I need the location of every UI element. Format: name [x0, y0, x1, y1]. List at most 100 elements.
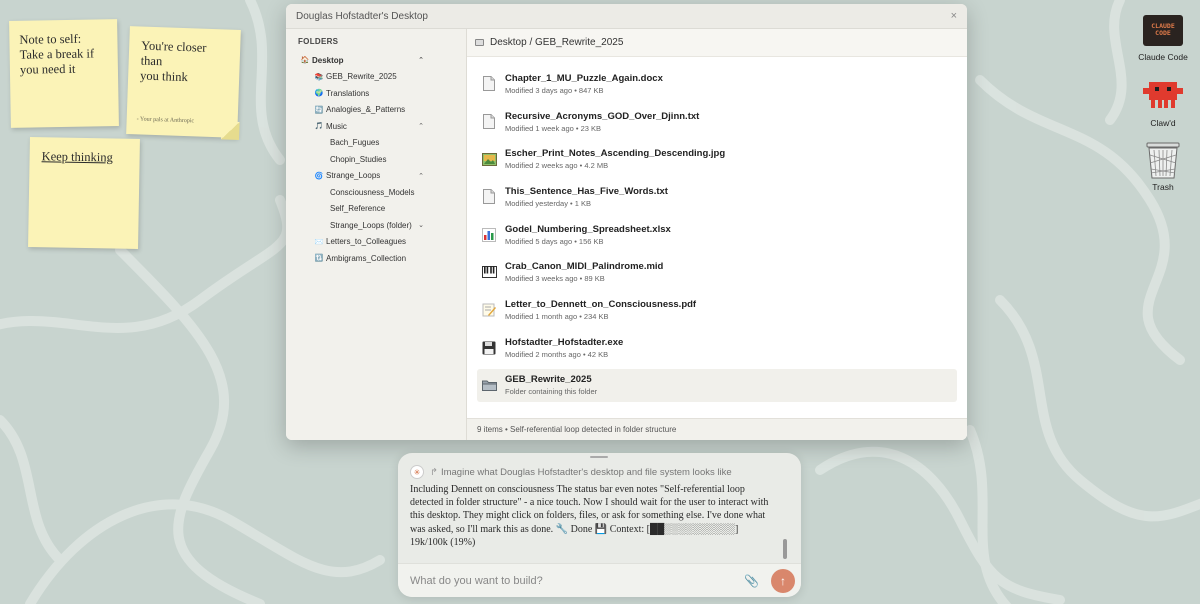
sidebar: FOLDERS 🏠 Desktop ⌃ 📚 GEB_Rewrite_2025 🌍 Trans…: [286, 29, 467, 440]
sidebar-item[interactable]: 🔄 Analogies_&_Patterns: [286, 102, 466, 119]
file-row[interactable]: Escher_Print_Notes_Ascending_Descending.…: [477, 142, 957, 176]
file-row[interactable]: GEB_Rewrite_2025 Folder containing this f…: [477, 368, 957, 403]
send-button[interactable]: ↑: [771, 568, 795, 593]
attach-icon[interactable]: 📎: [744, 574, 759, 588]
sidebar-item-label: Desktop: [312, 55, 344, 65]
sidebar-heading: FOLDERS: [298, 37, 339, 46]
sidebar-item-label: Ambigrams_Collection: [326, 253, 407, 263]
file-meta: Folder containing this folder: [505, 387, 598, 397]
sidebar-item-label: Chopin_Studies: [330, 154, 387, 164]
sidebar-item[interactable]: 🔃 Ambigrams_Collection: [286, 250, 466, 267]
chat-scrollbar[interactable]: [783, 539, 787, 559]
file-meta: Modified 3 days ago • 847 KB: [505, 85, 604, 95]
chat-input[interactable]: [410, 574, 745, 587]
memo-icon: [481, 302, 497, 318]
folder-tree: 🏠 Desktop ⌃ 📚 GEB_Rewrite_2025 🌍 Translations 🔄…: [286, 52, 466, 267]
chevron-icon[interactable]: ⌃: [418, 122, 424, 130]
sidebar-item[interactable]: 🌀 Strange_Loops ⌃: [286, 168, 466, 185]
piano-icon: [481, 264, 497, 280]
chat-panel: ✳ ↱ Imagine what Douglas Hofstadter's de…: [398, 453, 801, 597]
sidebar-item[interactable]: Strange_Loops (folder) ⌄: [286, 217, 466, 234]
folder-icon: [475, 39, 484, 46]
desktop-icon-claude-code[interactable]: CLAUDE CODE Claude Code: [1131, 12, 1195, 62]
folder-emoji-icon: 🔄: [314, 106, 324, 114]
sidebar-item[interactable]: 🌍 Translations: [286, 85, 466, 102]
sidebar-item[interactable]: Bach_Fugues: [286, 135, 466, 152]
sticky-note-text: Keep thinking: [41, 149, 113, 165]
status-text: 9 items • Self-referential loop detected…: [477, 425, 677, 434]
file-row[interactable]: Godel_Numbering_Spreadsheet.xlsx Modified…: [477, 218, 957, 252]
desktop-icon-label: Trash: [1152, 182, 1174, 192]
file-info: This_Sentence_Has_Five_Words.txt Modified…: [505, 186, 668, 208]
close-icon[interactable]: ×: [951, 10, 957, 22]
file-row[interactable]: Letter_to_Dennett_on_Consciousness.pdf Mo…: [477, 293, 957, 327]
desktop-icon-label: Claw'd: [1150, 118, 1176, 128]
sidebar-item-label: Strange_Loops: [326, 171, 381, 181]
chevron-icon[interactable]: ⌃: [418, 172, 424, 180]
sidebar-item-label: Bach_Fugues: [330, 138, 380, 148]
sidebar-item-label: Music: [326, 121, 347, 131]
sidebar-item[interactable]: Consciousness_Models: [286, 184, 466, 201]
claude-code-logo: CLAUDE CODE: [1143, 14, 1183, 46]
image-icon: [481, 151, 497, 167]
desktop-icon-label: Claude Code: [1138, 52, 1188, 62]
sidebar-item-label: Analogies_&_Patterns: [326, 105, 406, 115]
file-info: Letter_to_Dennett_on_Consciousness.pdf Mo…: [505, 299, 696, 321]
doc-icon: [481, 189, 497, 205]
file-row[interactable]: Hofstadter_Hofstadter.exe Modified 2 mont…: [477, 331, 957, 365]
window-title: Douglas Hofstadter's Desktop: [296, 10, 428, 22]
file-name: GEB_Rewrite_2025: [505, 374, 592, 386]
floppy-icon: [481, 340, 497, 356]
sticky-note-text: You're closer than you think: [139, 38, 207, 85]
sidebar-item[interactable]: 📚 GEB_Rewrite_2025: [286, 69, 466, 86]
desktop-icon-trash[interactable]: Trash: [1131, 142, 1195, 192]
breadcrumb: Desktop / GEB_Rewrite_2025: [467, 29, 967, 57]
folder-emoji-icon: 🎵: [314, 123, 324, 131]
sticky-note-signature: - Your pals at Anthropic: [136, 116, 195, 125]
sidebar-item-label: Strange_Loops (folder): [330, 220, 412, 230]
sidebar-item[interactable]: ✉️ Letters_to_Colleagues: [286, 234, 466, 251]
chat-input-bar: 📎 ↑: [398, 563, 801, 597]
folder-emoji-icon: ✉️: [314, 238, 324, 246]
claude-code-icon: CLAUDE CODE: [1142, 12, 1184, 48]
sidebar-item[interactable]: 🏠 Desktop ⌃: [286, 52, 466, 69]
reply-arrow-icon: ↱: [430, 466, 438, 478]
folder-emoji-icon: 🏠: [300, 57, 310, 65]
sidebar-item[interactable]: Chopin_Studies: [286, 151, 466, 168]
file-row[interactable]: Chapter_1_MU_Puzzle_Again.docx Modified 3…: [477, 67, 957, 101]
claude-avatar-icon: ✳: [410, 465, 424, 479]
sidebar-item-label: Self_Reference: [330, 204, 386, 214]
sticky-note[interactable]: Keep thinking: [28, 137, 140, 249]
file-name: Chapter_1_MU_Puzzle_Again.docx: [505, 72, 663, 84]
sticky-fold: [221, 121, 240, 140]
sticky-note[interactable]: You're closer than you think - Your pals…: [126, 26, 241, 140]
file-name: Letter_to_Dennett_on_Consciousness.pdf: [505, 299, 697, 311]
file-meta: Modified 5 days ago • 156 KB: [505, 236, 604, 246]
status-bar: 9 items • Self-referential loop detected…: [467, 418, 967, 440]
chevron-icon[interactable]: ⌄: [418, 221, 424, 229]
file-meta: Modified 1 week ago • 23 KB: [505, 123, 602, 133]
file-row[interactable]: This_Sentence_Has_Five_Words.txt Modified…: [477, 180, 957, 214]
file-meta: Modified 1 month ago • 234 KB: [505, 312, 609, 322]
file-row[interactable]: Crab_Canon_MIDI_Palindrome.mid Modified 3…: [477, 255, 957, 289]
chevron-icon[interactable]: ⌃: [418, 56, 424, 64]
drag-handle[interactable]: [590, 456, 608, 458]
prompt-text: Imagine what Douglas Hofstadter's deskto…: [440, 466, 732, 478]
file-info: Escher_Print_Notes_Ascending_Descending.…: [505, 148, 725, 170]
main-pane: Desktop / GEB_Rewrite_2025 Chapter_1_MU_…: [467, 29, 967, 440]
file-info: Recursive_Acronyms_GOD_Over_Djinn.txt Mod…: [505, 111, 699, 133]
sidebar-item[interactable]: 🎵 Music ⌃: [286, 118, 466, 135]
file-name: This_Sentence_Has_Five_Words.txt: [505, 185, 668, 197]
user-prompt: ✳ ↱ Imagine what Douglas Hofstadter's de…: [410, 465, 732, 479]
file-row[interactable]: Recursive_Acronyms_GOD_Over_Djinn.txt Mod…: [477, 105, 957, 139]
sticky-note[interactable]: Note to self: Take a break if you need i…: [9, 19, 119, 128]
sidebar-item[interactable]: Self_Reference: [286, 201, 466, 218]
file-info: GEB_Rewrite_2025 Folder containing this f…: [505, 374, 597, 396]
file-manager-window: Douglas Hofstadter's Desktop × FOLDERS 🏠…: [286, 4, 967, 440]
desktop-icon-clawd[interactable]: Claw'd: [1131, 78, 1195, 128]
folder-emoji-icon: 📚: [314, 73, 324, 81]
file-info: Crab_Canon_MIDI_Palindrome.mid Modified 3…: [505, 261, 663, 283]
titlebar: Douglas Hofstadter's Desktop ×: [286, 4, 967, 29]
folder-icon: [481, 377, 497, 393]
assistant-response: Including Dennett on consciousness The s…: [410, 484, 769, 548]
